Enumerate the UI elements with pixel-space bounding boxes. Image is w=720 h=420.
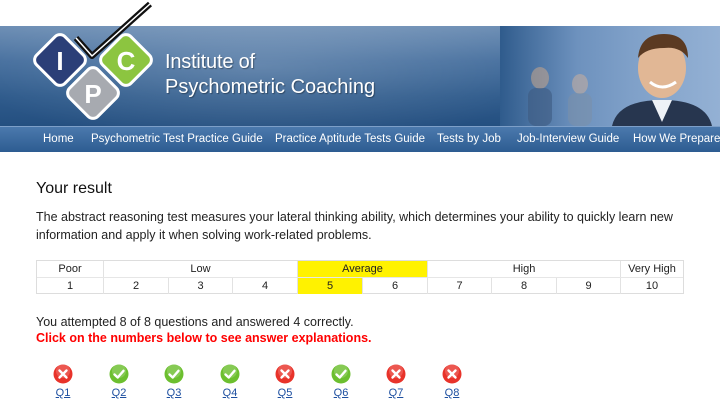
question-label[interactable]: Q7: [381, 387, 411, 399]
click-instruction: Click on the numbers below to see answer…: [36, 331, 372, 345]
check-icon: [164, 364, 184, 384]
question-link-q1[interactable]: Q1: [48, 364, 78, 399]
cross-icon: [386, 364, 406, 384]
scale-number: 9: [556, 278, 620, 294]
question-link-q5[interactable]: Q5: [270, 364, 300, 399]
brand-line-2: Psychometric Coaching: [165, 76, 376, 98]
scale-number-score: 5: [297, 278, 362, 294]
nav-home[interactable]: Home: [43, 133, 74, 145]
scale-number: 2: [103, 278, 168, 294]
scale-number: 10: [620, 278, 683, 294]
nav-job-interview-guide[interactable]: Job-Interview Guide: [517, 133, 619, 145]
scale-number: 1: [66, 280, 74, 292]
question-label[interactable]: Q4: [215, 387, 245, 399]
site-header: I C P Institute of Psychometric Coaching: [0, 0, 720, 126]
scale-number: 6: [362, 278, 427, 294]
nav-psychometric-test-practice-guide[interactable]: Psychometric Test Practice Guide: [91, 133, 263, 145]
check-icon: [331, 364, 351, 384]
scale-number: 7: [427, 278, 491, 294]
scale-band-row: Poor Low Average High Very High: [37, 261, 683, 277]
question-link-q8[interactable]: Q8: [437, 364, 467, 399]
result-title: Your result: [36, 180, 112, 197]
result-description: The abstract reasoning test measures you…: [36, 210, 673, 242]
scale-number-row: 1 2 3 4 5 6 7 8 9 10: [37, 277, 683, 294]
nav-how-we-prepare[interactable]: How We Prepare: [633, 133, 720, 145]
check-icon: [109, 364, 129, 384]
question-label[interactable]: Q5: [270, 387, 300, 399]
logo-letter-p: P: [84, 79, 101, 109]
band-poor: Poor: [58, 263, 82, 275]
question-link-q6[interactable]: Q6: [326, 364, 356, 399]
band-low: Low: [103, 261, 297, 277]
attempt-summary: You attempted 8 of 8 questions and answe…: [36, 315, 354, 329]
band-average: Average: [297, 261, 427, 277]
score-scale: Poor Low Average High Very High 1 2 3 4 …: [36, 260, 684, 294]
cross-icon: [442, 364, 462, 384]
header-photo: [500, 26, 720, 126]
question-link-q4[interactable]: Q4: [215, 364, 245, 399]
question-label[interactable]: Q1: [48, 387, 78, 399]
question-label[interactable]: Q8: [437, 387, 467, 399]
question-label[interactable]: Q2: [104, 387, 134, 399]
question-link-q7[interactable]: Q7: [381, 364, 411, 399]
band-very-high: Very High: [620, 261, 683, 277]
scale-number: 8: [491, 278, 556, 294]
scale-number: 3: [168, 278, 232, 294]
question-label[interactable]: Q3: [159, 387, 189, 399]
ipc-logo[interactable]: I C P: [30, 0, 170, 120]
nav-tests-by-job[interactable]: Tests by Job: [437, 133, 501, 145]
check-icon: [220, 364, 240, 384]
brand-line-1: Institute of: [165, 51, 255, 73]
scale-number: 4: [232, 278, 297, 294]
question-link-q3[interactable]: Q3: [159, 364, 189, 399]
band-high: High: [427, 261, 620, 277]
cross-icon: [275, 364, 295, 384]
logo-letter-c: C: [117, 46, 136, 76]
main-nav: Home Psychometric Test Practice Guide Pr…: [0, 126, 720, 152]
nav-practice-aptitude-tests-guide[interactable]: Practice Aptitude Tests Guide: [275, 133, 425, 145]
brand-name[interactable]: Institute of Psychometric Coaching: [165, 50, 375, 100]
cross-icon: [53, 364, 73, 384]
question-label[interactable]: Q6: [326, 387, 356, 399]
question-link-q2[interactable]: Q2: [104, 364, 134, 399]
logo-letter-i: I: [56, 46, 63, 76]
